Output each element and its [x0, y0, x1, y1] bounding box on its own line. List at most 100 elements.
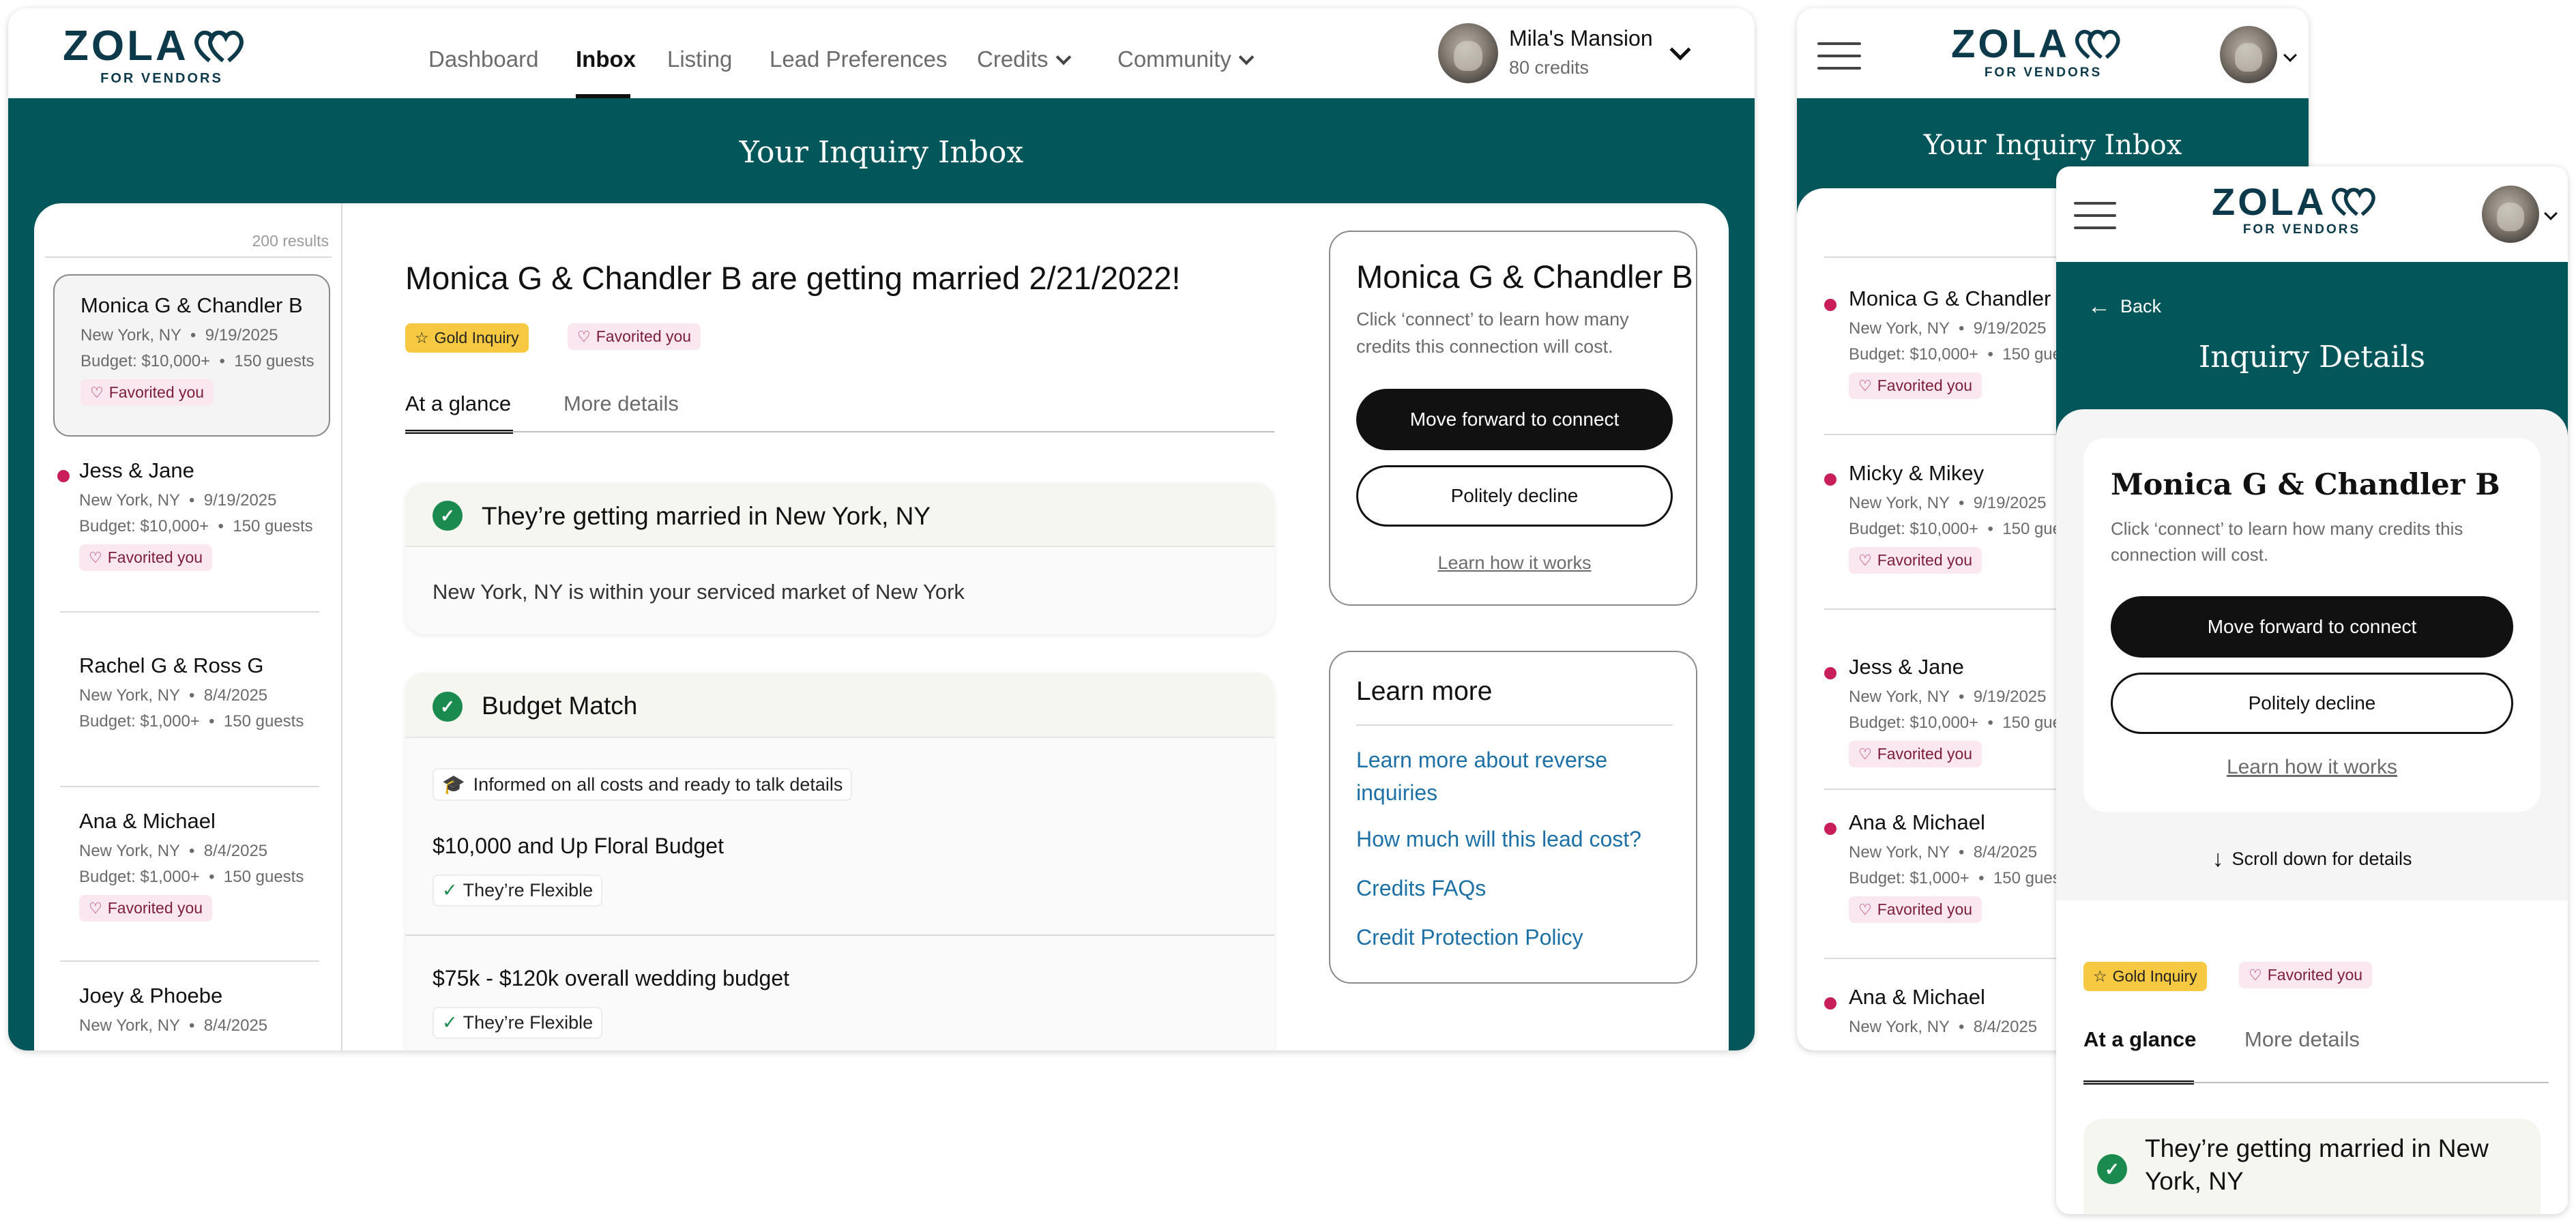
tab-at-a-glance[interactable]: At a glance — [2083, 1027, 2196, 1052]
connect-desc: Click ‘connect’ to learn how many credit… — [1356, 309, 1629, 357]
check-icon: ✓ — [442, 1012, 458, 1033]
overall-budget: $75k - $120k overall wedding budget — [433, 966, 790, 990]
hamburger-menu-icon[interactable] — [1817, 42, 1861, 79]
account-menu-chevron-icon[interactable] — [2283, 48, 2297, 62]
heart-icon: ♡ — [1858, 377, 1872, 394]
tab-more-details[interactable]: More details — [2244, 1027, 2360, 1052]
account-avatar[interactable] — [2220, 26, 2277, 83]
brand-sub: FOR VENDORS — [100, 71, 223, 86]
gold-inquiry-badge: ☆ Gold Inquiry — [2083, 962, 2207, 991]
list-item-name: Monica G & Chandler B — [80, 293, 303, 317]
favorited-badge: ♡ Favorited you — [1849, 896, 1982, 923]
nav-dashboard[interactable]: Dashboard — [428, 46, 538, 72]
credits-faqs-link[interactable]: Credits FAQs — [1356, 876, 1486, 901]
politely-decline-button[interactable]: Politely decline — [2111, 673, 2513, 734]
informed-chip: 🎓 Informed on all costs and ready to talk… — [433, 768, 853, 801]
nav-credits[interactable]: Credits — [977, 46, 1071, 72]
check-circle-icon: ✓ — [433, 692, 463, 722]
check-circle-icon: ✓ — [433, 501, 463, 531]
account-menu-chevron-icon[interactable] — [1669, 39, 1691, 61]
heart-icon: ♡ — [1858, 551, 1872, 569]
hearts-icon — [2332, 188, 2376, 216]
favorited-badge: ♡ Favorited you — [79, 895, 213, 922]
inquiry-list: 200 results Monica G & Chandler B New Yo… — [34, 203, 342, 1050]
lead-cost-link[interactable]: How much will this lead cost? — [1356, 827, 1641, 852]
floral-budget: $10,000 and Up Floral Budget — [433, 834, 724, 858]
list-item-meta: New York, NY • 9/19/2025 — [79, 491, 277, 510]
politely-decline-button[interactable]: Politely decline — [1356, 465, 1673, 527]
list-item[interactable]: Joey & Phoebe New York, NY • 8/4/2025 — [79, 984, 338, 1035]
favorited-badge: ♡ Favorited you — [1849, 547, 1982, 574]
connect-desc: Click ‘connect’ to learn how many credit… — [2111, 518, 2463, 565]
list-item[interactable]: Jess & Jane New York, NY • 9/19/2025 Bud… — [79, 458, 338, 571]
list-item[interactable]: Rachel G & Ross G New York, NY • 8/4/202… — [79, 653, 338, 731]
favorited-badge: ♡ Favorited you — [568, 323, 701, 350]
zola-logo[interactable]: ZOLA FOR VENDORS — [63, 22, 261, 87]
reverse-inquiries-link[interactable]: Learn more about reverse inquiries — [1356, 744, 1643, 809]
unread-dot — [1824, 473, 1836, 486]
move-forward-button[interactable]: Move forward to connect — [1356, 389, 1673, 450]
list-item-budget: Budget: $10,000+ • 150 guests — [79, 517, 313, 535]
nav-listing[interactable]: Listing — [667, 46, 732, 72]
list-item-selected[interactable]: Monica G & Chandler B New York, NY • 9/1… — [53, 274, 330, 437]
list-item-meta: New York, NY • 8/4/2025 — [79, 842, 268, 860]
list-item-meta: New York, NY • 8/4/2025 — [79, 686, 268, 705]
list-item-meta: New York, NY • 8/4/2025 — [79, 1016, 268, 1035]
check-icon: ✓ — [442, 880, 458, 900]
account-avatar[interactable] — [2482, 186, 2539, 243]
list-item-name: Joey & Phoebe — [79, 984, 223, 1007]
heart-icon: ♡ — [90, 383, 104, 401]
location-title: They’re getting married in New York, NY — [2145, 1134, 2489, 1195]
list-item-name: Ana & Michael — [79, 809, 216, 833]
flexible-chip: ✓ They’re Flexible — [433, 1007, 603, 1039]
learn-how-it-works-link[interactable]: Learn how it works — [1330, 553, 1699, 574]
unread-dot — [57, 470, 70, 482]
nav-community[interactable]: Community — [1117, 46, 1255, 72]
list-divider — [60, 786, 319, 787]
zola-logo[interactable]: ZOLA FOR VENDORS — [1951, 22, 2135, 80]
tab-at-a-glance[interactable]: At a glance — [405, 392, 511, 416]
desktop-frame: ZOLA FOR VENDORS Dashboard Inbox Listing… — [8, 8, 1755, 1050]
brand-name: ZOLA — [1951, 21, 2070, 66]
list-item-name: Rachel G & Ross G — [79, 653, 264, 677]
arrow-down-icon: ↓ — [2212, 846, 2224, 872]
learn-more-divider — [1356, 724, 1673, 726]
details-title: Inquiry Details — [2198, 340, 2426, 374]
account-avatar[interactable] — [1438, 23, 1498, 83]
scroll-hint: ↓ Scroll down for details — [2212, 846, 2412, 872]
heart-icon: ♡ — [89, 899, 102, 917]
tab-divider — [2083, 1082, 2549, 1083]
favorited-badge: ♡ Favorited you — [79, 544, 213, 571]
mobile-frame: ZOLA FOR VENDORS ← Back Inquiry Details M… — [2056, 166, 2568, 1214]
chevron-down-icon — [1238, 49, 1255, 65]
hamburger-menu-icon[interactable] — [2074, 202, 2116, 239]
zola-logo[interactable]: ZOLA FOR VENDORS — [2212, 180, 2392, 237]
results-count: 200 results — [252, 232, 329, 250]
flexible-chip: ✓ They’re Flexible — [433, 874, 603, 907]
list-item-name: Jess & Jane — [79, 458, 194, 482]
nav-community-label: Community — [1117, 46, 1231, 72]
budget-title: Budget Match — [482, 692, 638, 720]
nav-inbox[interactable]: Inbox — [576, 46, 636, 72]
hearts-icon — [2075, 29, 2120, 59]
tab-divider — [405, 431, 1274, 432]
back-button[interactable]: ← Back — [2088, 293, 2161, 320]
nav-lead-preferences[interactable]: Lead Preferences — [770, 46, 948, 72]
favorited-badge: ♡ Favorited you — [1849, 372, 1982, 399]
favorited-badge: ♡ Favorited you — [2239, 962, 2373, 988]
move-forward-button[interactable]: Move forward to connect — [2111, 596, 2513, 658]
unread-dot — [1824, 823, 1836, 835]
account-menu-chevron-icon[interactable] — [2544, 207, 2558, 220]
account-credits: 80 credits — [1509, 57, 1590, 78]
inbox-title: Your Inquiry Inbox — [1923, 130, 2182, 161]
learn-how-it-works-link[interactable]: Learn how it works — [2083, 756, 2541, 779]
credit-protection-link[interactable]: Credit Protection Policy — [1356, 925, 1583, 950]
heart-icon: ♡ — [577, 327, 591, 345]
tab-more-details[interactable]: More details — [564, 392, 679, 416]
connect-card: Monica G & Chandler B Click ‘connect’ to… — [1329, 231, 1697, 606]
list-top-divider — [45, 256, 332, 258]
mobile-location-card: ✓ They’re getting married in New York, N… — [2083, 1119, 2541, 1214]
heart-icon: ♡ — [1858, 745, 1872, 763]
list-item[interactable]: Ana & Michael New York, NY • 8/4/2025 Bu… — [79, 809, 338, 922]
star-icon: ☆ — [415, 329, 429, 347]
